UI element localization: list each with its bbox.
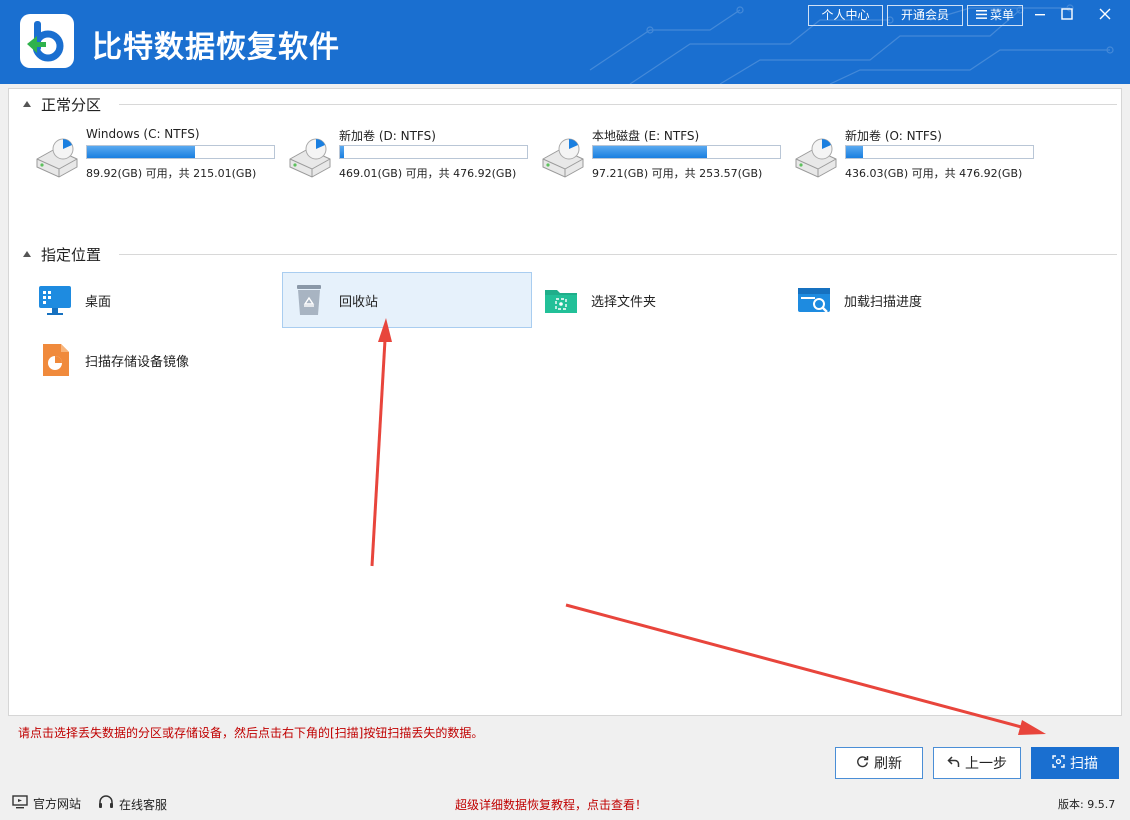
location-load-progress[interactable]: 加载扫描进度 — [788, 272, 1038, 328]
drive-o[interactable]: 新加卷 (O: NTFS) 436.03(GB) 可用，共 476.92(GB) — [788, 127, 1038, 187]
app-title: 比特数据恢复软件 — [92, 30, 340, 65]
online-service-label: 在线客服 — [119, 797, 168, 812]
section-locations[interactable]: 指定位置 — [23, 244, 101, 264]
drive-name: 本地磁盘 (E: NTFS) — [592, 129, 700, 143]
desktop-icon — [39, 286, 71, 315]
user-center-button[interactable]: 个人中心 — [808, 5, 883, 26]
monitor-icon — [12, 795, 28, 812]
location-label: 选择文件夹 — [591, 294, 657, 310]
online-service-link[interactable]: 在线客服 — [98, 795, 167, 813]
collapse-icon — [23, 251, 31, 257]
usage-bar-fill — [87, 146, 196, 158]
load-progress-icon — [798, 288, 830, 313]
menu-icon — [975, 6, 987, 25]
disk-image-icon — [43, 344, 69, 376]
drive-name: 新加卷 (D: NTFS) — [339, 129, 436, 143]
scan-button[interactable]: 扫描 — [1031, 747, 1119, 779]
divider — [119, 104, 1117, 105]
location-recycle-bin[interactable]: 回收站 — [282, 272, 532, 328]
menu-label: 菜单 — [989, 8, 1014, 22]
scan-icon — [1052, 754, 1065, 772]
drive-info: 469.01(GB) 可用，共 476.92(GB) — [339, 167, 517, 180]
usage-bar-fill — [593, 146, 708, 158]
vip-button[interactable]: 开通会员 — [887, 5, 963, 26]
location-disk-image[interactable]: 扫描存储设备镜像 — [29, 332, 279, 388]
drive-d[interactable]: 新加卷 (D: NTFS) 469.01(GB) 可用，共 476.92(GB) — [282, 127, 532, 187]
back-label: 上一步 — [965, 756, 1007, 772]
refresh-button[interactable]: 刷新 — [835, 747, 923, 779]
usage-bar — [86, 145, 275, 159]
scan-label: 扫描 — [1070, 756, 1098, 772]
location-desktop[interactable]: 桌面 — [29, 272, 279, 328]
usage-bar-fill — [846, 146, 863, 158]
app-logo — [20, 14, 74, 68]
headset-icon — [98, 795, 114, 813]
hard-drive-icon — [289, 138, 331, 178]
section-partitions-title: 正常分区 — [41, 95, 102, 114]
footer: 官方网站 在线客服 超级详细数据恢复教程，点击查看！ 版本: 9.5.7 — [0, 790, 1130, 820]
minimize-icon[interactable] — [1028, 4, 1052, 26]
usage-bar — [339, 145, 528, 159]
collapse-icon — [23, 101, 31, 107]
folder-icon — [545, 290, 577, 313]
menu-button[interactable]: 菜单 — [967, 5, 1023, 26]
hard-drive-icon — [36, 138, 78, 178]
location-label: 回收站 — [339, 294, 379, 310]
hint-text: 请点击选择丢失数据的分区或存储设备，然后点击右下角的[扫描]按钮扫描丢失的数据。 — [18, 726, 484, 740]
usage-bar-fill — [340, 146, 344, 158]
title-bar: 比特数据恢复软件 个人中心 开通会员 菜单 — [0, 0, 1130, 84]
drive-e[interactable]: 本地磁盘 (E: NTFS) 97.21(GB) 可用，共 253.57(GB) — [535, 127, 785, 187]
hard-drive-icon — [542, 138, 584, 178]
usage-bar — [592, 145, 781, 159]
location-label: 扫描存储设备镜像 — [85, 354, 190, 370]
version-label: 版本: 9.5.7 — [1058, 798, 1116, 811]
drive-name: Windows (C: NTFS) — [86, 127, 200, 141]
official-site-link[interactable]: 官方网站 — [12, 795, 81, 812]
drive-c[interactable]: Windows (C: NTFS) 89.92(GB) 可用，共 215.01(… — [29, 127, 279, 187]
divider — [119, 254, 1117, 255]
tutorial-link[interactable]: 超级详细数据恢复教程，点击查看！ — [455, 796, 647, 813]
official-site-label: 官方网站 — [33, 797, 82, 811]
refresh-icon — [856, 755, 869, 772]
close-icon[interactable] — [1093, 4, 1117, 26]
drive-info: 97.21(GB) 可用，共 253.57(GB) — [592, 167, 763, 180]
recycle-bin-icon — [297, 285, 321, 315]
drive-info: 436.03(GB) 可用，共 476.92(GB) — [845, 167, 1023, 180]
location-label: 桌面 — [85, 294, 112, 310]
section-partitions[interactable]: 正常分区 — [23, 94, 101, 114]
refresh-label: 刷新 — [874, 756, 902, 772]
usage-bar — [845, 145, 1034, 159]
back-arrow-icon — [947, 755, 960, 772]
back-button[interactable]: 上一步 — [933, 747, 1021, 779]
section-locations-title: 指定位置 — [41, 245, 102, 264]
location-label: 加载扫描进度 — [844, 294, 923, 310]
drive-info: 89.92(GB) 可用，共 215.01(GB) — [86, 167, 257, 180]
drive-name: 新加卷 (O: NTFS) — [845, 129, 942, 143]
location-select-folder[interactable]: 选择文件夹 — [535, 272, 785, 328]
hard-drive-icon — [795, 138, 837, 178]
maximize-icon[interactable] — [1055, 4, 1079, 26]
main-panel: 正常分区 Windows (C: NTFS) 89.92(GB) 可用，共 21… — [8, 88, 1122, 716]
